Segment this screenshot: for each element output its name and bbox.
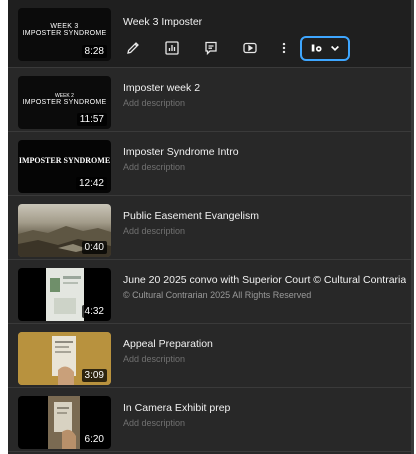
video-row[interactable]: WEEK 2 IMPOSTER SYNDROME 11:57 Imposter … <box>8 68 414 132</box>
video-title[interactable]: Imposter Syndrome Intro <box>123 146 406 158</box>
video-thumbnail[interactable]: IMPOSTER SYNDROME 12:42 <box>18 140 111 193</box>
pencil-icon <box>127 42 139 54</box>
video-list-panel: WEEK 3 IMPOSTER SYNDROME 8:28 Week 3 Imp… <box>8 0 414 454</box>
video-duration: 0:40 <box>81 241 107 254</box>
video-description: Add description <box>123 162 186 172</box>
thumbnail-text: WEEK 3 IMPOSTER SYNDROME <box>22 23 107 38</box>
thumbnail-text: IMPOSTER SYNDROME <box>18 156 111 165</box>
video-duration: 12:42 <box>75 177 107 190</box>
video-description: Add description <box>123 98 186 108</box>
video-thumbnail[interactable]: WEEK 3 IMPOSTER SYNDROME 8:28 <box>18 8 111 61</box>
analytics-button[interactable] <box>160 36 184 60</box>
options-button[interactable] <box>277 36 291 60</box>
video-description: Add description <box>123 226 186 236</box>
thumbnail-text: WEEK 2 IMPOSTER SYNDROME <box>22 93 107 107</box>
video-title[interactable]: Imposter week 2 <box>123 82 406 94</box>
video-row[interactable]: IMPOSTER SYNDROME 12:42 Imposter Syndrom… <box>8 132 414 196</box>
video-thumbnail[interactable]: 6:20 <box>18 396 111 449</box>
video-thumbnail[interactable]: 0:40 <box>18 204 111 257</box>
video-description: Add description <box>123 354 186 364</box>
video-title[interactable]: Appeal Preparation <box>123 338 406 350</box>
video-row[interactable]: 6:20 In Camera Exhibit prep Add descript… <box>8 388 414 452</box>
video-title[interactable]: Week 3 Imposter <box>123 16 406 28</box>
youtube-play-icon <box>243 42 257 54</box>
video-duration: 8:28 <box>81 45 107 58</box>
comments-button[interactable] <box>199 36 223 60</box>
visibility-dropdown[interactable] <box>300 35 350 61</box>
video-description: © Cultural Contrarian 2025 All Rights Re… <box>123 290 312 300</box>
video-duration: 6:20 <box>81 433 107 446</box>
video-action-bar <box>121 34 350 62</box>
chevron-down-icon <box>330 45 339 52</box>
visibility-icon <box>311 44 322 52</box>
video-thumbnail[interactable]: 4:32 <box>18 268 111 321</box>
video-title[interactable]: June 20 2025 convo with Superior Court ©… <box>123 274 406 286</box>
video-duration: 11:57 <box>76 113 107 126</box>
video-duration: 4:32 <box>81 305 107 318</box>
video-row[interactable]: WEEK 3 IMPOSTER SYNDROME 8:28 Week 3 Imp… <box>8 0 414 68</box>
video-description: Add description <box>123 418 186 428</box>
video-title[interactable]: Public Easement Evangelism <box>123 210 406 222</box>
video-thumbnail[interactable]: WEEK 2 IMPOSTER SYNDROME 11:57 <box>18 76 111 129</box>
video-row[interactable]: 4:32 June 20 2025 convo with Superior Co… <box>8 260 414 324</box>
analytics-icon <box>165 41 179 55</box>
video-row[interactable]: 3:09 Appeal Preparation Add description <box>8 324 414 388</box>
comments-icon <box>205 41 217 56</box>
more-vertical-icon <box>282 42 286 54</box>
video-title[interactable]: In Camera Exhibit prep <box>123 402 406 414</box>
edit-button[interactable] <box>121 36 145 60</box>
scrollbar[interactable] <box>411 0 414 454</box>
video-row[interactable]: 0:40 Public Easement Evangelism Add desc… <box>8 196 414 260</box>
view-on-youtube-button[interactable] <box>238 36 262 60</box>
video-thumbnail[interactable]: 3:09 <box>18 332 111 385</box>
video-duration: 3:09 <box>81 369 107 382</box>
